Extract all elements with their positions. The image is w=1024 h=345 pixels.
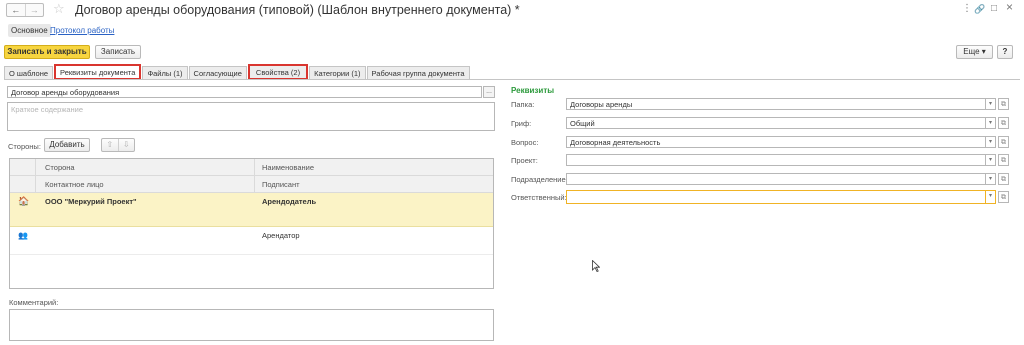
table-row[interactable]: 🏠 ООО "Меркурий Проект" Арендодатель (10, 193, 493, 227)
column-divider (254, 159, 255, 193)
open-icon[interactable]: ⧉ (998, 136, 1009, 148)
party-role: Арендатор (262, 231, 300, 240)
open-icon[interactable]: ⧉ (998, 173, 1009, 185)
chevron-down-icon[interactable]: ▾ (986, 117, 996, 129)
chevron-down-icon[interactable]: ▾ (986, 154, 996, 166)
tab-about-template[interactable]: О шаблоне (4, 66, 54, 80)
open-icon[interactable]: ⧉ (998, 154, 1009, 166)
section-main-link[interactable]: Основное (8, 24, 51, 37)
column-name[interactable]: Наименование (262, 159, 314, 176)
column-signer[interactable]: Подписант (262, 176, 300, 193)
move-buttons: ⇧ ⇩ (101, 138, 135, 152)
party-role: Арендодатель (262, 197, 317, 206)
document-name-input[interactable]: Договор аренды оборудования (7, 86, 482, 98)
question-input[interactable]: Договорная деятельность (566, 136, 986, 148)
summary-input[interactable]: Краткое содержание (7, 102, 495, 131)
responsible-label: Ответственный: (511, 193, 567, 202)
chevron-down-icon[interactable]: ▾ (986, 136, 996, 148)
nav-buttons: ← → (6, 3, 44, 17)
tab-properties[interactable]: Свойства (2) (247, 64, 309, 80)
forward-arrow-icon[interactable]: → (24, 4, 44, 16)
project-input[interactable] (566, 154, 986, 166)
column-side[interactable]: Сторона (45, 159, 75, 176)
chevron-down-icon[interactable]: ▾ (986, 173, 996, 185)
tab-document-workgroup[interactable]: Рабочая группа документа (366, 66, 470, 80)
save-and-close-button[interactable]: Записать и закрыть (4, 45, 90, 59)
name-select-button[interactable]: ... (483, 86, 495, 98)
chevron-down-icon[interactable]: ▾ (986, 190, 996, 204)
open-icon[interactable]: ⧉ (998, 98, 1009, 110)
sides-label: Стороны: (8, 142, 41, 151)
table-header-row-1: Сторона Наименование (10, 159, 493, 176)
department-input[interactable] (566, 173, 986, 185)
comment-label: Комментарий: (9, 298, 59, 307)
move-up-icon[interactable]: ⇧ (102, 139, 118, 151)
tab-bar: О шаблоне Реквизиты документа Файлы (1) … (4, 64, 471, 80)
move-down-icon[interactable]: ⇩ (117, 139, 135, 151)
table-row[interactable]: 👥 Арендатор (10, 227, 493, 255)
tab-files[interactable]: Файлы (1) (142, 66, 188, 80)
comment-input[interactable] (9, 309, 494, 341)
tab-approvers[interactable]: Согласующие (188, 66, 247, 80)
tab-document-requisites[interactable]: Реквизиты документа (54, 64, 142, 80)
tab-categories[interactable]: Категории (1) (309, 66, 366, 80)
page-title: Договор аренды оборудования (типовой) (Ш… (75, 3, 520, 17)
column-contact[interactable]: Контактное лицо (45, 176, 104, 193)
link-icon[interactable]: 🔗 (974, 3, 985, 15)
classification-input[interactable]: Общий (566, 117, 986, 129)
open-icon[interactable]: ⧉ (998, 191, 1009, 203)
folder-input[interactable]: Договоры аренды (566, 98, 986, 110)
help-button[interactable]: ? (997, 45, 1013, 59)
question-label: Вопрос: (511, 138, 539, 147)
chevron-down-icon[interactable]: ▾ (986, 98, 996, 110)
column-divider (35, 159, 36, 193)
parties-table: Сторона Наименование Контактное лицо Под… (9, 158, 494, 289)
group-icon: 👥 (18, 231, 28, 240)
favorite-star-icon[interactable]: ☆ (53, 2, 65, 16)
open-icon[interactable]: ⧉ (998, 117, 1009, 129)
summary-placeholder: Краткое содержание (11, 105, 84, 114)
section-protocol-link[interactable]: Протокол работы (50, 26, 114, 35)
more-button[interactable]: Еще ▾ (956, 45, 993, 59)
more-menu-icon[interactable]: ⋮ (962, 3, 972, 15)
maximize-icon[interactable]: □ (991, 3, 997, 15)
party-side: ООО "Меркурий Проект" (45, 197, 137, 206)
table-header-row-2: Контактное лицо Подписант (10, 176, 493, 193)
back-arrow-icon[interactable]: ← (7, 4, 25, 16)
mouse-cursor-icon (592, 259, 601, 275)
save-button[interactable]: Записать (95, 45, 141, 59)
folder-label: Папка: (511, 100, 535, 109)
home-icon: 🏠 (18, 196, 30, 206)
project-label: Проект: (511, 156, 538, 165)
department-label: Подразделение: (511, 175, 568, 184)
requisites-title: Реквизиты (511, 86, 555, 95)
tab-divider (4, 79, 1020, 80)
close-icon[interactable]: × (1006, 1, 1013, 13)
add-party-button[interactable]: Добавить (44, 138, 90, 152)
responsible-input[interactable] (566, 190, 986, 204)
classification-label: Гриф: (511, 119, 532, 128)
